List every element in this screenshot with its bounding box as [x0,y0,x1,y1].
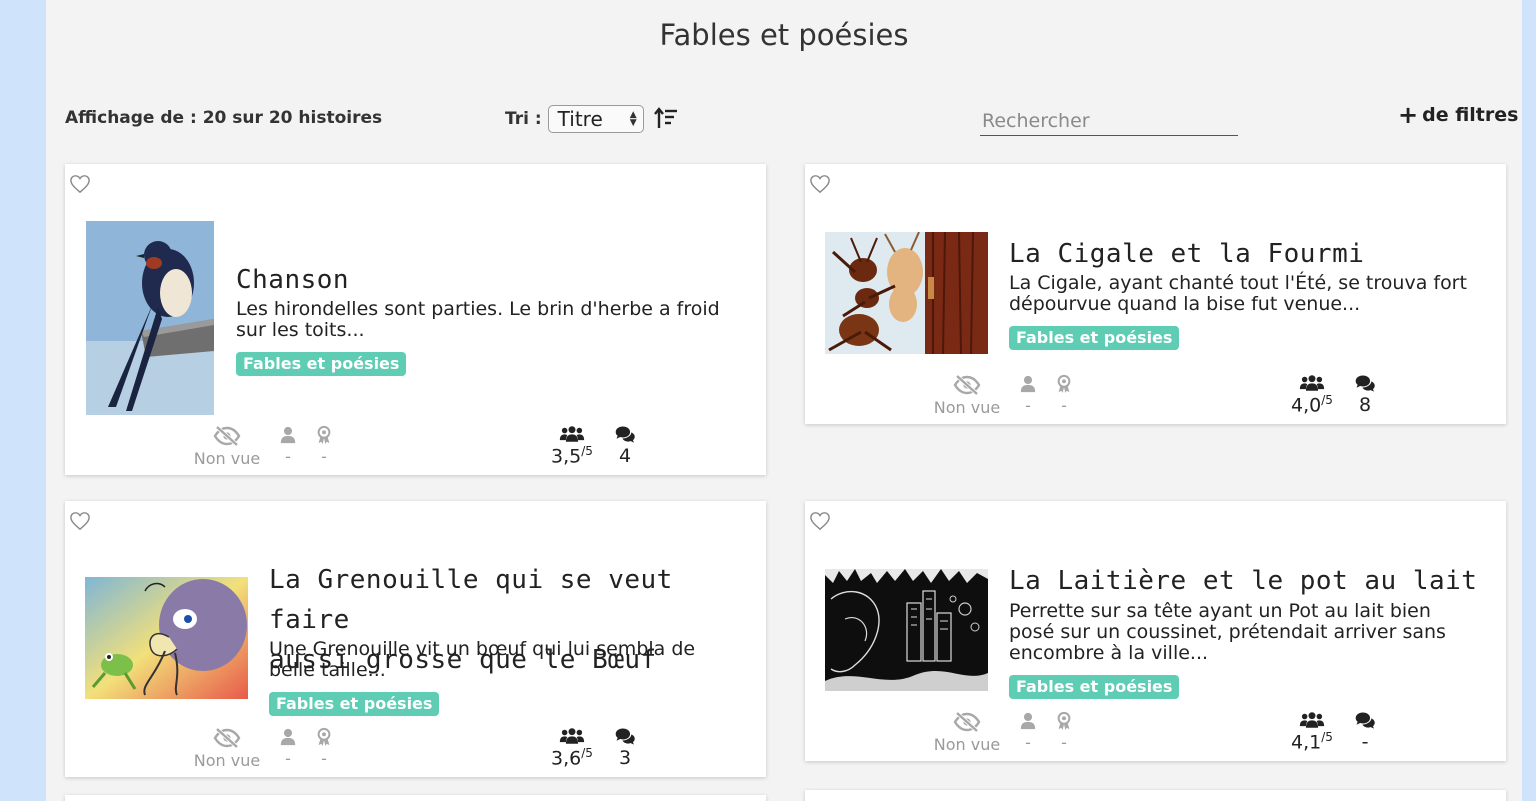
author-stat: - [277,425,299,466]
page-title: Fables et poésies [659,18,909,52]
story-excerpt: Les hirondelles sont parties. Le brin d'… [236,298,720,341]
user-icon [1019,711,1037,731]
story-thumbnail [86,221,214,415]
user-icon [1019,374,1037,394]
story-card[interactable]: La Cigale et la Fourmi La Cigale, ayant … [805,164,1506,424]
sort-descending-icon[interactable] [653,107,678,131]
users-icon [559,727,585,745]
story-thumbnail [825,232,988,354]
rating-stat: 4,0/5 [1284,374,1340,416]
comments-stat: 8 [1353,374,1377,416]
category-tag[interactable]: Fables et poésies [1009,326,1180,350]
comments-icon [614,727,636,746]
comments-stat: 3 [613,727,637,769]
eye-slash-icon [213,727,241,749]
award-stat: - [1053,711,1075,752]
comments-icon [1354,374,1376,393]
eye-slash-icon [213,425,241,447]
author-stat: - [1017,711,1039,752]
more-filters-label: de filtres [1422,104,1519,126]
sort-label: Tri : [505,109,542,129]
story-thumbnail [825,569,988,691]
award-icon [1055,711,1073,731]
comments-stat: 4 [613,425,637,467]
story-card[interactable] [65,795,766,801]
story-card[interactable]: La Laitière et le pot au lait Perrette s… [805,501,1506,761]
story-excerpt: La Cigale, ayant chanté tout l'Été, se t… [1009,272,1467,315]
award-icon [315,425,333,445]
rating-stat: 3,5/5 [544,425,600,467]
story-thumbnail [85,577,248,699]
category-tag[interactable]: Fables et poésies [236,352,407,376]
user-icon [279,727,297,747]
sort-select[interactable]: Titre ▲ ▼ [547,105,644,133]
heart-icon[interactable] [69,174,91,194]
story-card[interactable]: Chanson Les hirondelles sont parties. Le… [65,164,766,475]
category-tag[interactable]: Fables et poésies [1009,675,1180,699]
view-status: Non vue [193,425,261,468]
author-stat: - [277,727,299,768]
users-icon [1299,711,1325,729]
story-title[interactable]: Chanson [236,260,349,300]
story-title[interactable]: La Laitière et le pot au lait [1009,561,1477,601]
page-container: Fables et poésies Affichage de : 20 sur … [46,0,1522,801]
eye-slash-icon [953,711,981,733]
sort-control: Tri : Titre ▲ ▼ [505,105,678,133]
rating-stat: 4,1/5 [1284,711,1340,753]
story-card[interactable]: La Grenouille qui se veut faire aussi gr… [65,501,766,777]
story-excerpt: Perrette sur sa tête ayant un Pot au lai… [1009,600,1446,664]
award-icon [315,727,333,747]
sort-select-value: Titre [557,107,603,131]
rating-stat: 3,6/5 [544,727,600,769]
view-status: Non vue [933,374,1001,417]
story-title[interactable]: La Cigale et la Fourmi [1009,234,1364,274]
eye-slash-icon [953,374,981,396]
view-status: Non vue [933,711,1001,754]
award-stat: - [1053,374,1075,415]
more-filters-button[interactable]: + de filtres [1398,101,1519,129]
comments-stat: - [1353,711,1377,753]
heart-icon[interactable] [809,174,831,194]
users-icon [559,425,585,443]
users-icon [1299,374,1325,392]
heart-icon[interactable] [809,511,831,531]
user-icon [279,425,297,445]
search-input[interactable] [980,106,1238,136]
award-icon [1055,374,1073,394]
award-stat: - [313,425,335,466]
award-stat: - [313,727,335,768]
heart-icon[interactable] [69,511,91,531]
select-arrows-icon: ▲ ▼ [629,110,637,128]
plus-icon: + [1398,101,1419,129]
comments-icon [1354,711,1376,730]
story-excerpt: Une Grenouille vit un bœuf qui lui sembl… [269,638,696,681]
author-stat: - [1017,374,1039,415]
results-count: Affichage de : 20 sur 20 histoires [65,108,383,128]
story-card[interactable] [805,790,1506,801]
comments-icon [614,425,636,444]
category-tag[interactable]: Fables et poésies [269,692,440,716]
view-status: Non vue [193,727,261,770]
